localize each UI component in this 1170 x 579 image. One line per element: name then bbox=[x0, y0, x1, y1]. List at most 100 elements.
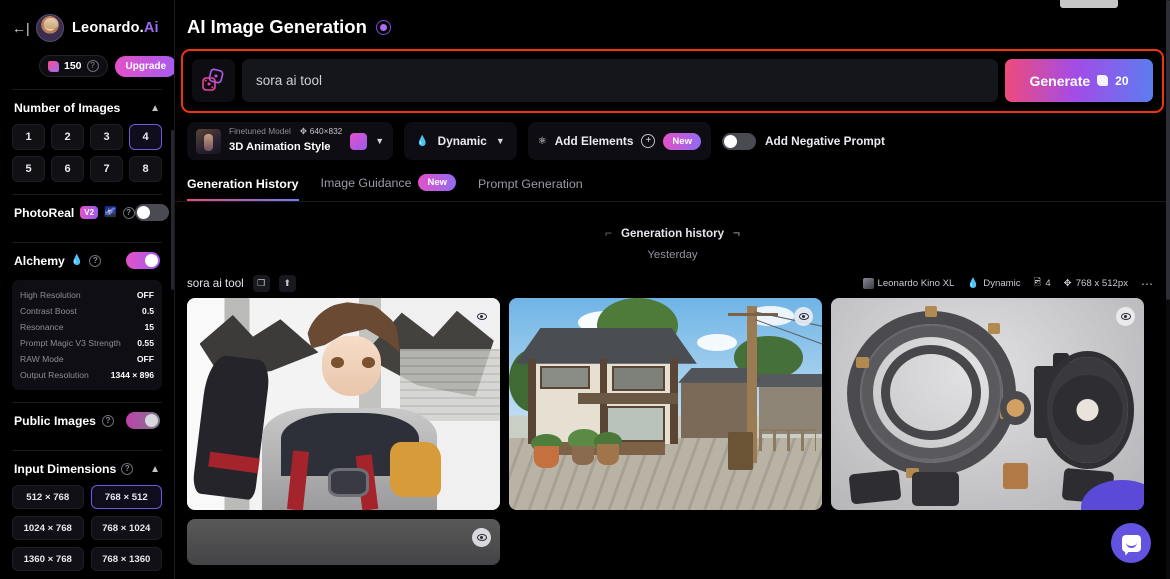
prompt-highlight-outline: Generate 20 bbox=[181, 49, 1164, 113]
dice-svg bbox=[201, 68, 223, 91]
num-option-6[interactable]: 6 bbox=[51, 156, 84, 182]
tab-label: Generation History bbox=[187, 177, 299, 191]
number-of-images-grid: 1 2 3 4 5 6 7 8 bbox=[12, 124, 162, 182]
sidebar-scrollbar[interactable] bbox=[171, 130, 174, 290]
toggle-knob bbox=[145, 414, 158, 427]
alchemy-help-icon[interactable]: ? bbox=[89, 254, 102, 267]
input-dimensions-header[interactable]: Input Dimensions ? ▲ bbox=[12, 451, 162, 485]
input-dimensions-help-icon[interactable]: ? bbox=[121, 463, 134, 475]
flask-icon: 💧 bbox=[70, 255, 84, 266]
public-images-help-icon[interactable]: ? bbox=[101, 414, 114, 427]
negative-prompt-toggle[interactable] bbox=[721, 132, 756, 150]
generate-label: Generate bbox=[1029, 72, 1091, 89]
image-grid-row-1 bbox=[175, 298, 1170, 510]
public-images-label-group: Public Images ? bbox=[14, 414, 114, 428]
alchemy-params: High Resolution OFF Contrast Boost 0.5 R… bbox=[12, 280, 162, 390]
tab-bar: Generation History Image Guidance New Pr… bbox=[175, 160, 1170, 201]
alchemy-label-group: Alchemy 💧 ? bbox=[14, 253, 102, 268]
eye-icon[interactable] bbox=[472, 307, 491, 326]
fourth-image-artwork bbox=[187, 519, 500, 565]
number-of-images-title: Number of Images bbox=[14, 101, 121, 115]
eye-icon[interactable] bbox=[794, 307, 813, 326]
model-selector[interactable]: Finetuned Model ✥ 640×832 3D Animation S… bbox=[187, 122, 394, 160]
num-option-4[interactable]: 4 bbox=[129, 124, 162, 150]
tab-image-guidance[interactable]: Image Guidance New bbox=[321, 174, 457, 201]
eye-icon[interactable] bbox=[472, 528, 491, 547]
add-elements-button[interactable]: ⚛ Add Elements + New bbox=[527, 122, 711, 160]
chat-bubble-icon[interactable] bbox=[1111, 523, 1151, 563]
help-icon[interactable]: ? bbox=[86, 60, 99, 72]
atom-icon: ⚛ bbox=[537, 135, 547, 147]
meta-count-label: 4 bbox=[1045, 278, 1051, 289]
photoreal-label-group: PhotoReal V2 🌌 ? bbox=[14, 206, 135, 220]
generated-image-card-1[interactable] bbox=[187, 298, 500, 510]
meta-count: 🖻 4 bbox=[1034, 276, 1051, 292]
mechanical-rings-artwork bbox=[831, 298, 1144, 510]
prompt-input[interactable] bbox=[242, 59, 998, 102]
more-options-icon[interactable]: ⋯ bbox=[1141, 277, 1154, 291]
dice-shuffle-icon[interactable] bbox=[192, 59, 235, 102]
generated-image-card-2[interactable] bbox=[509, 298, 822, 510]
chat-bubble-glyph bbox=[1121, 534, 1141, 552]
generate-button[interactable]: Generate 20 bbox=[1005, 59, 1153, 102]
num-option-8[interactable]: 8 bbox=[129, 156, 162, 182]
style-icon[interactable] bbox=[350, 132, 368, 150]
generated-image-card-4[interactable] bbox=[187, 519, 500, 565]
num-option-7[interactable]: 7 bbox=[90, 156, 123, 182]
num-option-3[interactable]: 3 bbox=[90, 124, 123, 150]
alchemy-label: Alchemy bbox=[14, 253, 65, 268]
copy-icon[interactable]: ❐ bbox=[252, 275, 270, 292]
dim-option-512x768[interactable]: 512 × 768 bbox=[12, 485, 84, 509]
move-icon: ✥ bbox=[1063, 278, 1072, 289]
credit-pill[interactable]: 150 ? bbox=[39, 55, 108, 77]
brand-suffix-text: Ai bbox=[143, 20, 159, 36]
scrollbar-thumb[interactable] bbox=[1166, 0, 1170, 300]
credit-amount: 150 bbox=[64, 60, 82, 72]
number-of-images-header[interactable]: Number of Images ▲ bbox=[12, 90, 162, 124]
main-scrollbar[interactable] bbox=[1166, 0, 1170, 579]
num-option-1[interactable]: 1 bbox=[12, 124, 45, 150]
num-option-2[interactable]: 2 bbox=[51, 124, 84, 150]
tab-generation-history[interactable]: Generation History bbox=[187, 177, 299, 201]
num-option-5[interactable]: 5 bbox=[12, 156, 45, 182]
generation-history-header: ⌐ Generation history ¬ Yesterday bbox=[175, 202, 1170, 261]
model-top-line: Finetuned Model ✥ 640×832 bbox=[229, 126, 342, 136]
negative-prompt-row: Add Negative Prompt bbox=[721, 132, 885, 150]
dim-option-768x1024[interactable]: 768 × 1024 bbox=[90, 516, 162, 540]
chevron-down-icon[interactable]: ▼ bbox=[496, 136, 505, 146]
photoreal-toggle[interactable] bbox=[134, 204, 169, 221]
generated-image-card-3[interactable] bbox=[831, 298, 1144, 510]
public-images-toggle[interactable] bbox=[126, 412, 160, 429]
input-dimensions-grid: 512 × 768 768 × 512 1024 × 768 768 × 102… bbox=[12, 485, 162, 571]
images-icon: 🖻 bbox=[1033, 276, 1042, 288]
eye-icon[interactable] bbox=[1116, 307, 1135, 326]
param-value: 0.55 bbox=[137, 338, 154, 348]
chevron-up-icon[interactable]: ▲ bbox=[150, 464, 160, 475]
browser-ui-fragment bbox=[1060, 0, 1118, 8]
public-images-label: Public Images bbox=[14, 413, 96, 428]
meta-size: ✥ 768 x 512px bbox=[1064, 278, 1128, 289]
generation-history-heading: Generation history bbox=[620, 226, 725, 240]
dim-option-1024x768[interactable]: 1024 × 768 bbox=[12, 516, 84, 540]
preset-selector[interactable]: 💧 Dynamic ▼ bbox=[404, 122, 517, 160]
tab-prompt-generation[interactable]: Prompt Generation bbox=[478, 177, 583, 201]
alchemy-toggle[interactable] bbox=[126, 252, 160, 269]
sparkle-icon: 🌌 bbox=[104, 207, 117, 218]
photoreal-v2-badge: V2 bbox=[80, 206, 99, 219]
photoreal-help-icon[interactable]: ? bbox=[122, 206, 135, 219]
dim-option-768x1360[interactable]: 768 × 1360 bbox=[90, 547, 162, 571]
dim-option-1360x768[interactable]: 1360 × 768 bbox=[12, 547, 84, 571]
upgrade-button[interactable]: Upgrade bbox=[114, 55, 174, 77]
dim-option-768x512[interactable]: 768 × 512 bbox=[90, 485, 162, 509]
meta-size-label: 768 x 512px bbox=[1075, 278, 1128, 289]
upload-icon[interactable]: ⬆ bbox=[278, 275, 296, 292]
param-row: High Resolution OFF bbox=[20, 287, 154, 303]
chevron-down-icon[interactable]: ▼ bbox=[375, 136, 384, 146]
model-dimensions: 640×832 bbox=[309, 125, 343, 136]
chevron-up-icon[interactable]: ▲ bbox=[150, 103, 160, 114]
new-badge: New bbox=[418, 174, 457, 191]
avatar[interactable] bbox=[36, 14, 64, 42]
history-day-label: Yesterday bbox=[647, 249, 698, 261]
plus-icon[interactable]: + bbox=[641, 134, 656, 148]
back-arrow-icon[interactable]: ←| bbox=[12, 20, 30, 36]
